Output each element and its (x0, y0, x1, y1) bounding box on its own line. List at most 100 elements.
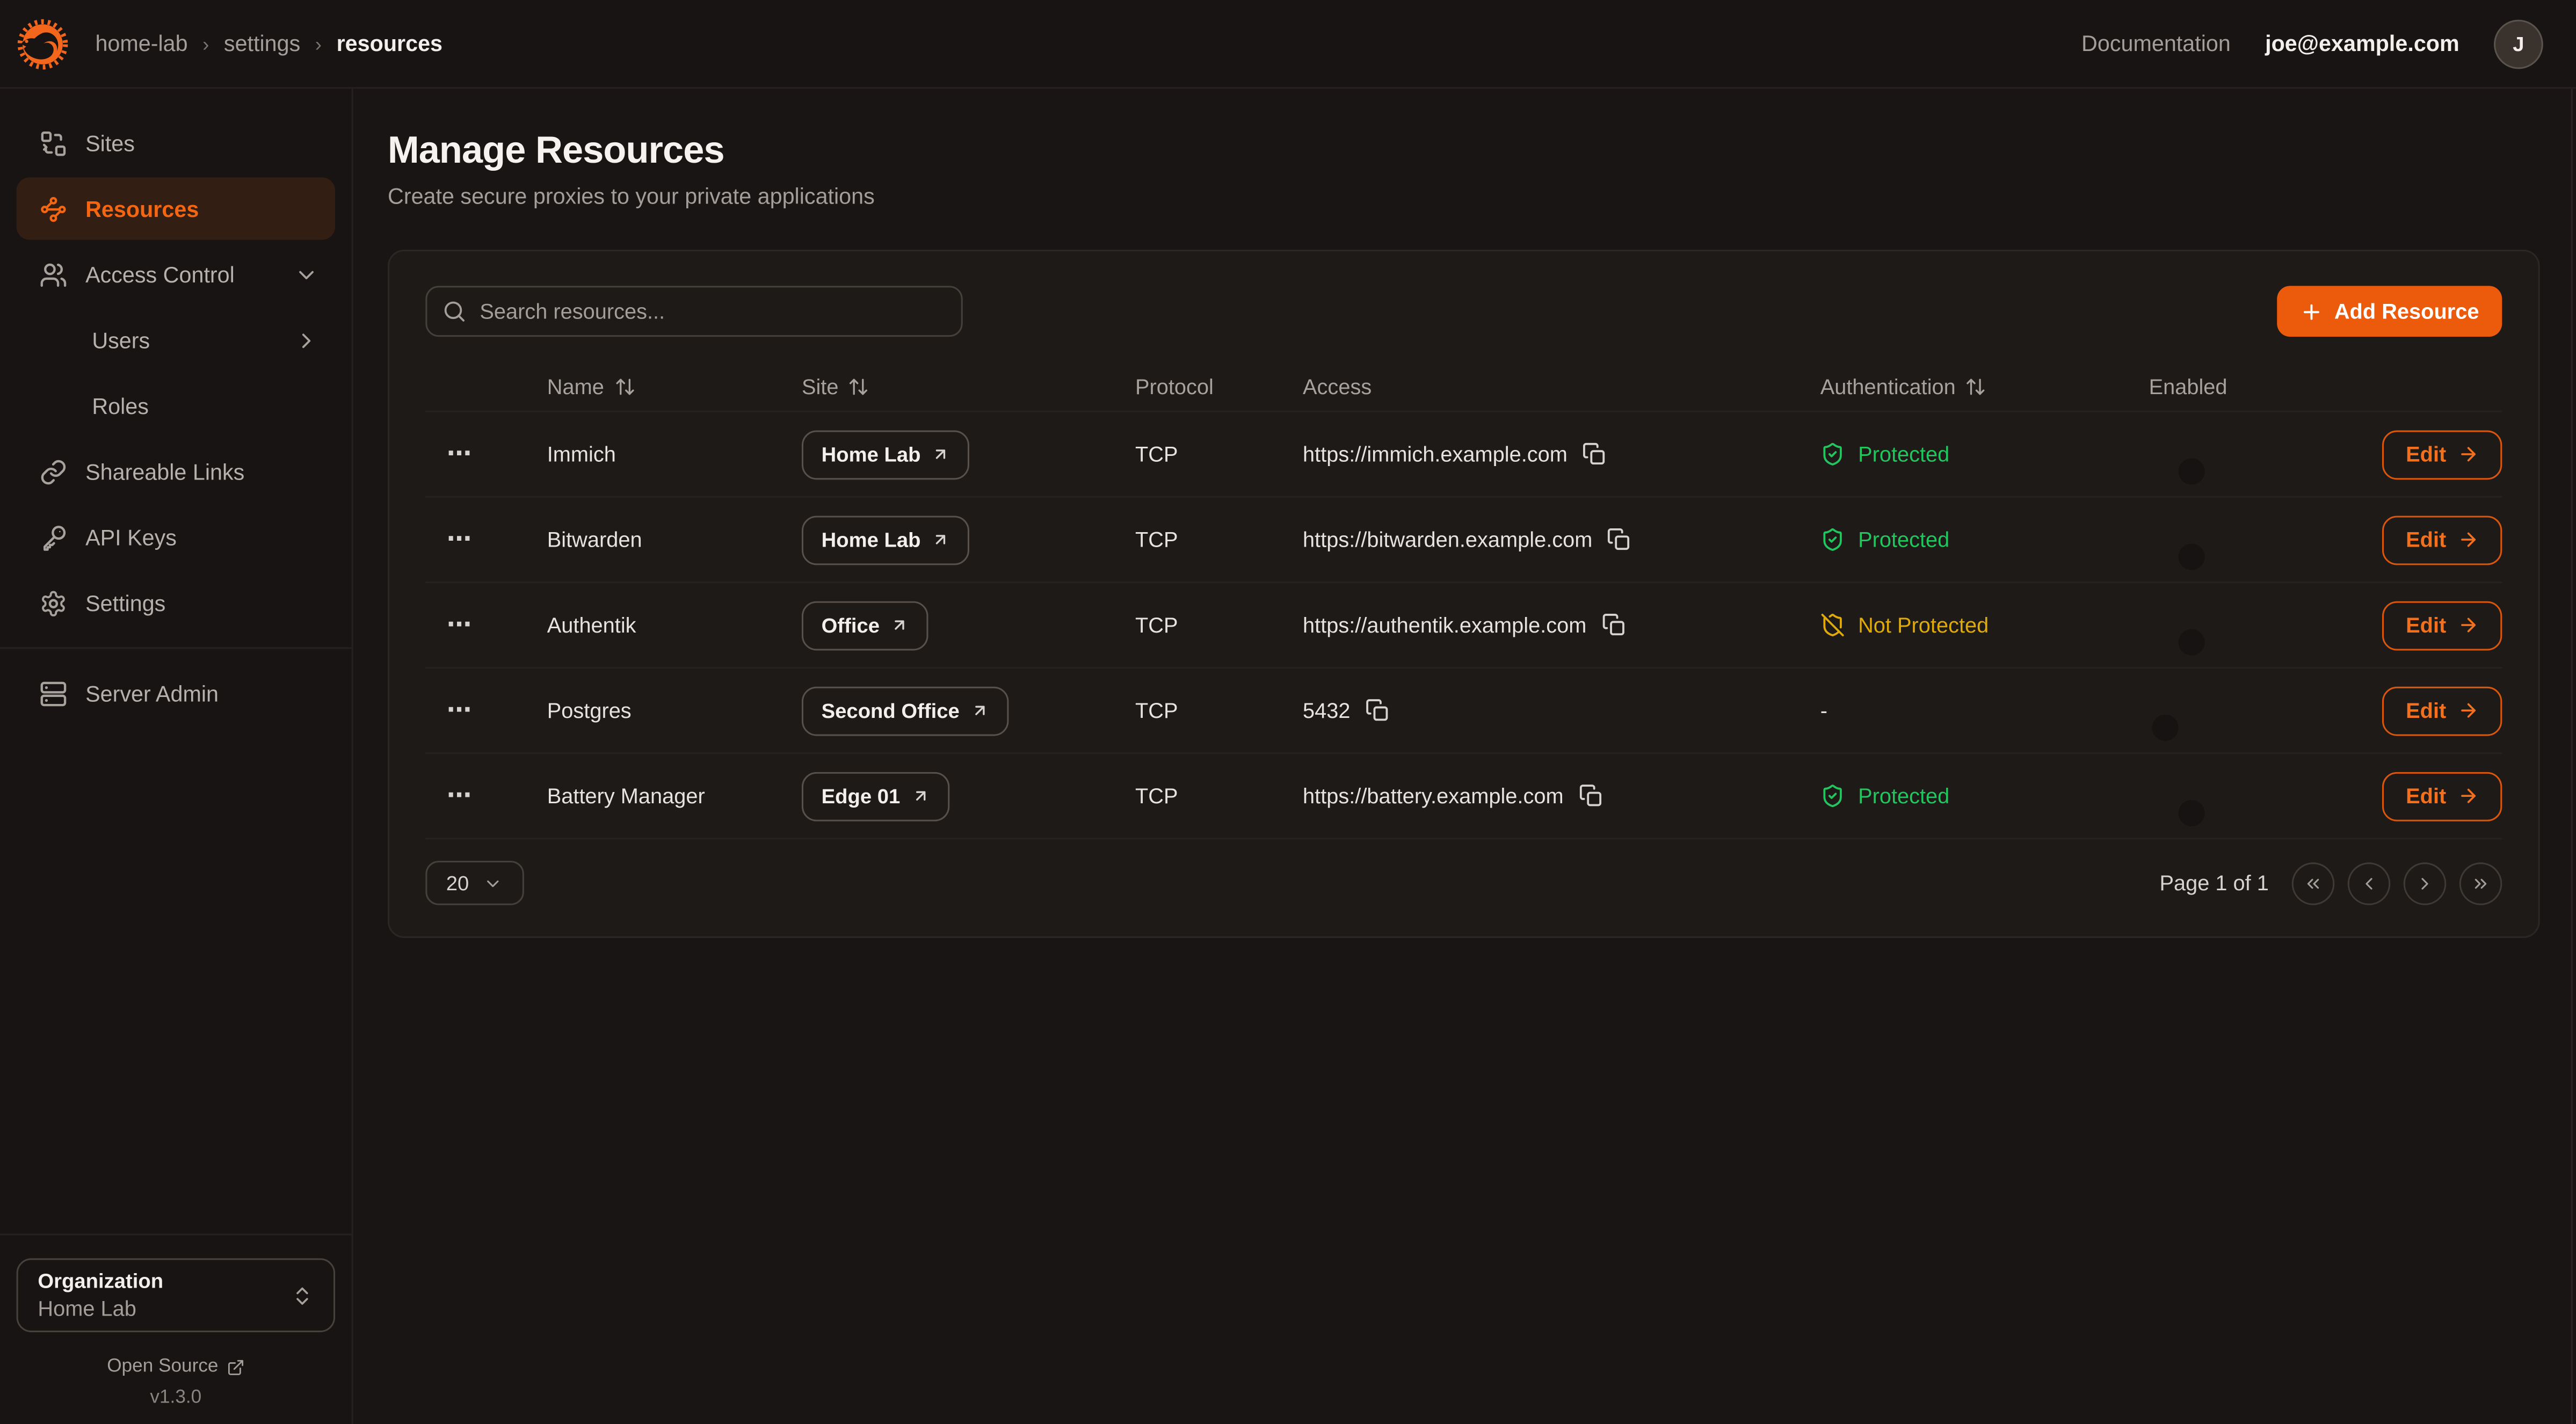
sidebar-item-settings[interactable]: Settings (17, 572, 336, 634)
row-more-button[interactable]: ⋯ (425, 783, 547, 808)
site-link-badge[interactable]: Edge 01 (802, 771, 949, 820)
column-header-enabled: Enabled (2149, 375, 2377, 399)
main-content: Manage Resources Create secure proxies t… (353, 89, 2576, 1424)
sidebar-divider (0, 647, 352, 649)
first-page-button[interactable] (2292, 862, 2335, 905)
next-page-button[interactable] (2404, 862, 2447, 905)
page-size-select[interactable]: 20 (425, 861, 524, 905)
scrollbar-track[interactable] (2571, 0, 2576, 1424)
sidebar-item-label: Settings (85, 591, 165, 615)
open-source-label: Open Source (107, 1357, 218, 1377)
pangolin-logo[interactable] (13, 14, 72, 73)
edit-button[interactable]: Edit (2383, 600, 2502, 650)
edit-button[interactable]: Edit (2383, 686, 2502, 735)
resources-icon (39, 195, 67, 223)
chevron-down-icon (294, 262, 319, 287)
column-header-authentication[interactable]: Authentication (1820, 375, 2149, 399)
breadcrumb: home-lab › settings › resources (95, 31, 442, 56)
user-avatar[interactable]: J (2494, 19, 2543, 68)
site-link-badge[interactable]: Office (802, 600, 929, 650)
resource-protocol: TCP (1135, 783, 1303, 808)
sidebar-item-users[interactable]: Users (17, 309, 336, 371)
sidebar-item-label: Access Control (85, 262, 235, 287)
site-link-badge[interactable]: Second Office (802, 686, 1009, 735)
organization-selector[interactable]: Organization Home Lab (17, 1258, 336, 1332)
table-row: ⋯ Bitwarden Home Lab TCP https://bitward… (425, 498, 2502, 583)
copy-icon[interactable] (1601, 613, 1626, 637)
arrow-up-right-icon (912, 787, 930, 805)
search-icon (442, 299, 467, 324)
server-icon (39, 679, 67, 707)
chevrons-up-down-icon (291, 1284, 314, 1307)
breadcrumb-current: resources (337, 31, 442, 56)
last-page-button[interactable] (2459, 862, 2502, 905)
column-header-name[interactable]: Name (547, 375, 802, 399)
site-link-badge[interactable]: Home Lab (802, 515, 970, 564)
arrow-up-right-icon (932, 445, 950, 463)
sidebar-item-sites[interactable]: Sites (17, 112, 336, 174)
prev-page-button[interactable] (2348, 862, 2391, 905)
sidebar-item-server-admin[interactable]: Server Admin (17, 662, 336, 724)
row-more-button[interactable]: ⋯ (425, 613, 547, 637)
chevron-right-icon (294, 328, 319, 352)
site-name: Office (822, 614, 880, 637)
sidebar-bottom-divider (0, 1234, 352, 1236)
sidebar-item-shareable-links[interactable]: Shareable Links (17, 440, 336, 503)
chevrons-right-icon (2471, 873, 2491, 893)
app-version: v1.3.0 (0, 1388, 352, 1408)
arrow-right-icon (2458, 700, 2479, 721)
documentation-link[interactable]: Documentation (2081, 31, 2231, 56)
add-resource-label: Add Resource (2334, 299, 2479, 324)
sidebar-item-access-control[interactable]: Access Control (17, 243, 336, 306)
organization-value: Home Lab (38, 1296, 163, 1321)
shield-check-icon (1820, 527, 1845, 552)
sidebar-item-roles[interactable]: Roles (17, 375, 336, 437)
sidebar-item-resources[interactable]: Resources (17, 177, 336, 239)
row-more-button[interactable]: ⋯ (425, 442, 547, 467)
sort-icon[interactable] (1965, 376, 1987, 398)
site-link-badge[interactable]: Home Lab (802, 430, 970, 479)
edit-button[interactable]: Edit (2383, 515, 2502, 564)
breadcrumb-settings[interactable]: settings (224, 31, 300, 56)
resource-protocol: TCP (1135, 698, 1303, 723)
resource-protocol: TCP (1135, 527, 1303, 552)
copy-icon[interactable] (1578, 783, 1603, 808)
edit-button[interactable]: Edit (2383, 771, 2502, 820)
sidebar: Sites Resources Access Control Users Rol… (0, 89, 353, 1424)
copy-icon[interactable] (1365, 698, 1390, 723)
breadcrumb-org[interactable]: home-lab (95, 31, 187, 56)
edit-button[interactable]: Edit (2383, 430, 2502, 479)
chevron-down-icon (484, 873, 504, 893)
arrow-right-icon (2458, 444, 2479, 465)
auth-status: Protected (1820, 442, 2149, 467)
table-row: ⋯ Battery Manager Edge 01 TCP https://ba… (425, 754, 2502, 839)
sites-icon (39, 129, 67, 157)
column-header-protocol: Protocol (1135, 375, 1303, 399)
resource-protocol: TCP (1135, 442, 1303, 467)
auth-status: Protected (1820, 783, 2149, 808)
column-header-site[interactable]: Site (802, 375, 1135, 399)
page-title: Manage Resources (388, 128, 2576, 173)
breadcrumb-separator-icon: › (202, 32, 209, 55)
key-icon (39, 523, 67, 551)
user-email[interactable]: joe@example.com (2265, 31, 2459, 56)
column-header-access: Access (1303, 375, 1820, 399)
page-size-value: 20 (446, 871, 469, 895)
resource-access-url: https://bitwarden.example.com (1303, 527, 1592, 552)
search-input[interactable] (425, 286, 962, 337)
row-more-button[interactable]: ⋯ (425, 698, 547, 723)
sidebar-item-api-keys[interactable]: API Keys (17, 506, 336, 568)
chevrons-left-icon (2303, 873, 2323, 893)
arrow-right-icon (2458, 529, 2479, 550)
sidebar-item-label: Shareable Links (85, 459, 244, 484)
sidebar-item-label: Roles (92, 394, 149, 418)
open-source-link[interactable]: Open Source (0, 1357, 352, 1377)
shield-off-icon (1820, 613, 1845, 637)
sort-icon[interactable] (848, 376, 870, 398)
sort-icon[interactable] (614, 376, 635, 398)
copy-icon[interactable] (1582, 442, 1607, 467)
add-resource-button[interactable]: Add Resource (2277, 286, 2502, 337)
row-more-button[interactable]: ⋯ (425, 527, 547, 552)
copy-icon[interactable] (1607, 527, 1632, 552)
resource-access-url: https://battery.example.com (1303, 783, 1564, 808)
